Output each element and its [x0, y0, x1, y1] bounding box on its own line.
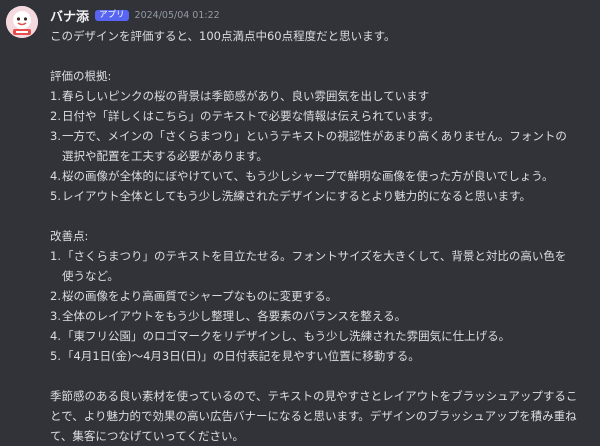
chat-message: バナ添 アプリ 2024/05/04 01:22 このデザインを評価すると、10… [0, 0, 600, 443]
list-item-number: 5. [50, 189, 61, 203]
username[interactable]: バナ添 [50, 6, 89, 25]
list-item-text: 桜の画像が全体的にぼやけていて、もう少しシャープで鮮明な画像を使った方が良いでし… [62, 169, 554, 183]
list-item: 3. 全体のレイアウトをもう少し整理し、各要素のバランスを整える。 [50, 306, 570, 326]
list-item: 4. 桜の画像が全体的にぼやけていて、もう少しシャープで鮮明な画像を使った方が良… [50, 166, 570, 186]
list-item-text: 「さくらまつり」のテキストを目立たせる。フォントサイズを大きくして、背景と対比の… [62, 249, 567, 283]
list-item-number: 4. [50, 329, 61, 343]
list-item-number: 3. [50, 309, 61, 323]
list-item-number: 3. [50, 129, 61, 143]
list-item-text: 桜の画像をより高画質でシャープなものに変更する。 [62, 289, 338, 303]
list-item-text: レイアウト全体としてもう少し洗練されたデザインにするとより魅力的になると思います… [62, 189, 531, 203]
list-item: 2. 桜の画像をより高画質でシャープなものに変更する。 [50, 286, 570, 306]
list-item: 5. レイアウト全体としてもう少し洗練されたデザインにするとより魅力的になると思… [50, 186, 570, 206]
list-item-number: 1. [50, 249, 61, 263]
list-item-text: 春らしいピンクの桜の背景は季節感があり、良い雰囲気を出しています [62, 89, 430, 103]
timestamp: 2024/05/04 01:22 [134, 9, 220, 21]
list-item: 3. 一方で、メインの「さくらまつり」というテキストの視認性があまり高くありませ… [50, 126, 570, 166]
app-badge: アプリ [95, 9, 129, 21]
list-item-text: 一方で、メインの「さくらまつり」というテキストの視認性があまり高くありません。フ… [62, 129, 567, 163]
list-item-number: 4. [50, 169, 61, 183]
evaluation-heading: 評価の根拠: [50, 69, 112, 83]
message-header: バナ添 アプリ 2024/05/04 01:22 [50, 6, 220, 25]
banner-logo-icon [6, 6, 38, 38]
list-item-number: 1. [50, 89, 61, 103]
list-item: 5. 「4月1日(金)〜4月3日(日)」の日付表記を見やすい位置に移動する。 [50, 346, 570, 366]
list-item: 1. 「さくらまつり」のテキストを目立たせる。フォントサイズを大きくして、背景と… [50, 246, 570, 286]
message-body: このデザインを評価すると、100点満点中60点程度だと思います。 評価の根拠: … [50, 26, 592, 446]
list-item-text: 「東フリ公園」のロゴマークをリデザインし、もう少し洗練された雰囲気に仕上げる。 [62, 329, 511, 343]
list-item-number: 2. [50, 109, 61, 123]
list-item-number: 2. [50, 289, 61, 303]
closing-text: 季節感のある良い素材を使っているので、テキストの見やすさとレイアウトをブラッシュ… [50, 389, 578, 443]
intro-text: このデザインを評価すると、100点満点中60点程度だと思います。 [50, 29, 396, 43]
list-item: 2. 日付や「詳しくはこちら」のテキストで必要な情報は伝えられています。 [50, 106, 570, 126]
list-item-text: 全体のレイアウトをもう少し整理し、各要素のバランスを整える。 [62, 309, 407, 323]
avatar[interactable] [6, 6, 38, 38]
list-item-text: 「4月1日(金)〜4月3日(日)」の日付表記を見やすい位置に移動する。 [62, 349, 420, 363]
list-item: 4. 「東フリ公園」のロゴマークをリデザインし、もう少し洗練された雰囲気に仕上げ… [50, 326, 570, 346]
list-item-text: 日付や「詳しくはこちら」のテキストで必要な情報は伝えられています。 [62, 109, 440, 123]
list-item: 1. 春らしいピンクの桜の背景は季節感があり、良い雰囲気を出しています [50, 86, 570, 106]
improvement-heading: 改善点: [50, 229, 89, 243]
list-item-number: 5. [50, 349, 61, 363]
